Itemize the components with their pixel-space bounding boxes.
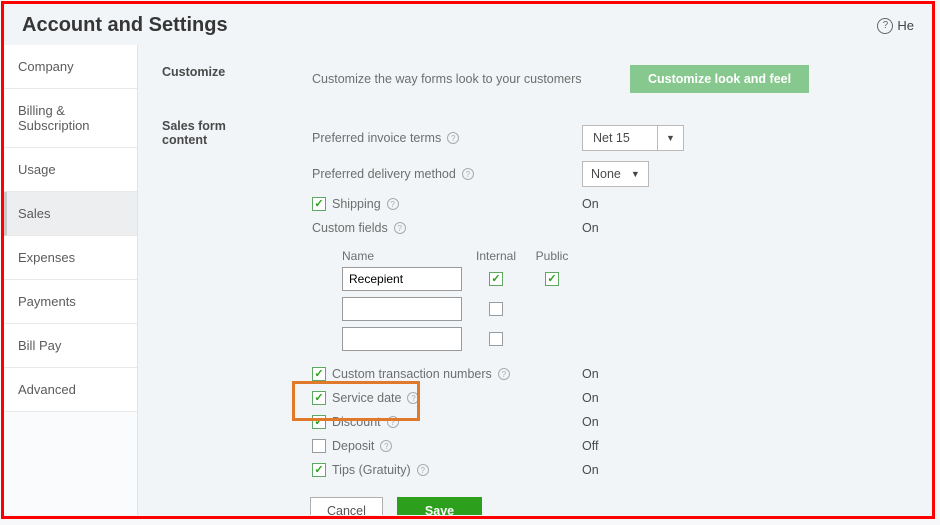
info-icon[interactable]: ? (447, 132, 459, 144)
delivery-method-select[interactable]: None ▼ (582, 161, 649, 187)
info-icon[interactable]: ? (380, 440, 392, 452)
invoice-terms-select[interactable]: Net 15 ▼ (582, 125, 684, 151)
sidebar: Company Billing & Subscription Usage Sal… (4, 45, 138, 515)
cf-public-checkbox-1[interactable] (545, 272, 559, 286)
sidebar-item-company[interactable]: Company (4, 45, 137, 89)
info-icon[interactable]: ? (394, 222, 406, 234)
discount-value: On (582, 415, 599, 429)
tips-value: On (582, 463, 599, 477)
info-icon[interactable]: ? (387, 198, 399, 210)
page-title: Account and Settings (22, 14, 228, 37)
service-date-value: On (582, 391, 599, 405)
invoice-terms-label: Preferred invoice terms (312, 131, 441, 145)
cf-name-input-1[interactable] (342, 267, 462, 291)
discount-label: Discount (332, 415, 381, 429)
customize-desc: Customize the way forms look to your cus… (312, 72, 590, 86)
ctn-label: Custom transaction numbers (332, 367, 492, 381)
tips-checkbox[interactable] (312, 463, 326, 477)
cf-public-header: Public (530, 249, 574, 263)
save-button[interactable]: Save (397, 497, 482, 515)
cf-name-input-2[interactable] (342, 297, 462, 321)
cf-internal-checkbox-1[interactable] (489, 272, 503, 286)
sidebar-item-advanced[interactable]: Advanced (4, 368, 137, 412)
sidebar-item-billing[interactable]: Billing & Subscription (4, 89, 137, 148)
help-link[interactable]: ? He (877, 18, 914, 34)
info-icon[interactable]: ? (417, 464, 429, 476)
cf-row (342, 327, 902, 351)
cancel-button[interactable]: Cancel (310, 497, 383, 515)
sidebar-item-payments[interactable]: Payments (4, 280, 137, 324)
shipping-label: Shipping (332, 197, 381, 211)
deposit-value: Off (582, 439, 598, 453)
info-icon[interactable]: ? (407, 392, 419, 404)
info-icon[interactable]: ? (462, 168, 474, 180)
shipping-checkbox[interactable] (312, 197, 326, 211)
ctn-value: On (582, 367, 599, 381)
invoice-terms-value: Net 15 (593, 131, 630, 145)
cf-internal-header: Internal (474, 249, 518, 263)
info-icon[interactable]: ? (498, 368, 510, 380)
discount-checkbox[interactable] (312, 415, 326, 429)
main-panel: Customize Customize the way forms look t… (138, 45, 932, 515)
deposit-checkbox[interactable] (312, 439, 326, 453)
cf-internal-checkbox-2[interactable] (489, 302, 503, 316)
custom-fields-block: Name Internal Public (342, 249, 902, 357)
section-customize-label: Customize (162, 65, 272, 93)
sidebar-item-usage[interactable]: Usage (4, 148, 137, 192)
service-date-label: Service date (332, 391, 401, 405)
info-icon[interactable]: ? (387, 416, 399, 428)
delivery-method-label: Preferred delivery method (312, 167, 456, 181)
custom-fields-value: On (582, 221, 599, 235)
cf-name-input-3[interactable] (342, 327, 462, 351)
shipping-value: On (582, 197, 599, 211)
custom-fields-label: Custom fields (312, 221, 388, 235)
cf-row (342, 297, 902, 321)
tips-label: Tips (Gratuity) (332, 463, 411, 477)
help-label: He (897, 18, 914, 33)
cf-row (342, 267, 902, 291)
chevron-down-icon[interactable]: ▼ (658, 125, 684, 151)
service-date-checkbox[interactable] (312, 391, 326, 405)
chevron-down-icon: ▼ (631, 169, 640, 179)
sidebar-item-expenses[interactable]: Expenses (4, 236, 137, 280)
ctn-checkbox[interactable] (312, 367, 326, 381)
section-salesform-label: Sales form content (162, 119, 272, 515)
cf-name-header: Name (342, 249, 462, 263)
deposit-label: Deposit (332, 439, 374, 453)
customize-look-button[interactable]: Customize look and feel (630, 65, 809, 93)
cf-internal-checkbox-3[interactable] (489, 332, 503, 346)
sidebar-item-sales[interactable]: Sales (4, 192, 137, 236)
delivery-method-value: None (591, 167, 621, 181)
sidebar-item-billpay[interactable]: Bill Pay (4, 324, 137, 368)
help-icon: ? (877, 18, 893, 34)
